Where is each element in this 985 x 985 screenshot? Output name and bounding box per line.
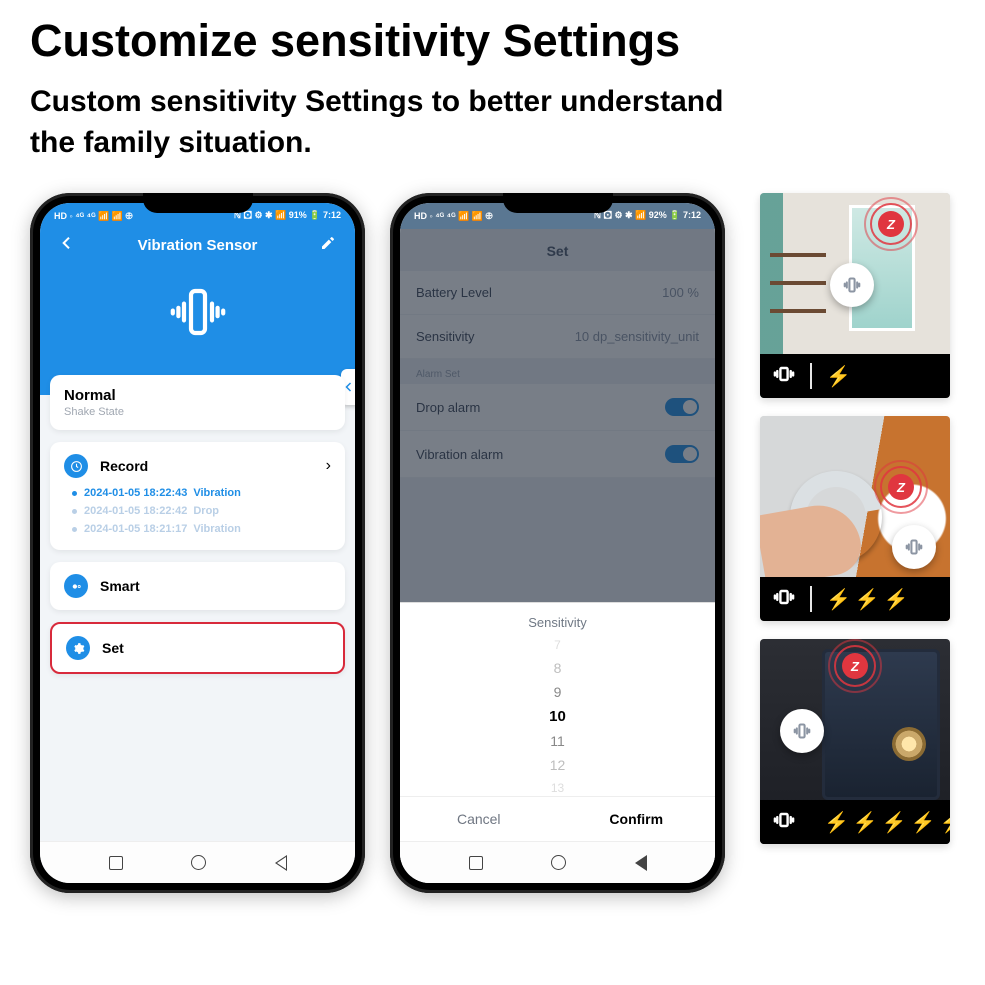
record-date: 2024-01-05 18:22:42 [84,505,187,517]
home-button[interactable] [191,855,206,870]
record-card[interactable]: Record › 2024-01-05 18:22:43 Vibration 2… [50,442,345,550]
phone-settings-screen: HD ◦ ⁴ᴳ ⁴ᴳ 📶 📶 🕀 ℕ 🖸 ⚙ ✱ 📶 92% 🔋 7:12 Se… [390,193,725,893]
sensor-icon [892,525,936,569]
sheet-title: Sensitivity [400,603,715,636]
picker-option[interactable]: 12 [550,753,566,777]
gear-icon [66,636,90,660]
back-softkey[interactable] [635,855,647,871]
sensor-icon [780,709,824,753]
picker-option-selected[interactable]: 10 [549,704,566,729]
record-event: Vibration [193,523,240,535]
confirm-button[interactable]: Confirm [558,797,716,841]
sensitivity-picker[interactable]: 7 8 9 10 11 12 13 [400,636,715,796]
picker-option[interactable]: 11 [550,729,565,753]
subtitle-line1: Custom sensitivity Settings to better un… [30,85,723,118]
cancel-button[interactable]: Cancel [400,797,558,841]
edit-button[interactable] [317,235,339,255]
record-date: 2024-01-05 18:22:43 [84,487,187,499]
clock-icon [64,454,88,478]
tile-door: Z ⚡⚡⚡ [760,416,950,621]
tile-curtain: Z ⚡ [760,193,950,398]
sensor-icon [830,263,874,307]
back-button[interactable] [56,235,78,255]
record-date: 2024-01-05 18:21:17 [84,523,187,535]
status-right: ℕ 🖸 ⚙ ✱ 📶 91% 🔋 7:12 [234,208,341,224]
status-left: HD ◦ ⁴ᴳ ⁴ᴳ 📶 📶 🕀 [54,211,133,222]
tile-safe: Z ⚡⚡⚡⚡⚡ [760,639,950,844]
bolt-level: ⚡ [826,364,853,389]
android-nav-bar [40,841,355,883]
record-event: Vibration [193,487,240,499]
record-label: Record [100,458,326,474]
record-item[interactable]: 2024-01-05 18:22:42 Drop [64,502,331,520]
record-event: Drop [193,505,219,517]
vibrate-icon [772,808,796,837]
set-card[interactable]: Set [50,622,345,674]
record-item[interactable]: 2024-01-05 18:21:17 Vibration [64,520,331,538]
vibrate-icon [772,362,796,391]
back-softkey[interactable] [275,855,287,871]
state-value: Normal [64,387,331,404]
picker-option[interactable]: 9 [554,680,562,704]
bolt-level: ⚡⚡⚡⚡⚡ [824,810,950,835]
set-label: Set [102,640,329,656]
smart-label: Smart [100,578,331,594]
sensitivity-sheet: Sensitivity 7 8 9 10 11 12 13 Cancel Con… [400,602,715,883]
recents-button[interactable] [469,856,483,870]
vibrate-icon [772,585,796,614]
chevron-right-icon: › [326,457,331,475]
picker-option[interactable]: 7 [554,636,561,656]
picker-option[interactable]: 13 [551,777,564,797]
bolt-level: ⚡⚡⚡ [826,587,911,612]
page-title: Customize sensitivity Settings [0,0,985,72]
phone-main-screen: HD ◦ ⁴ᴳ ⁴ᴳ 📶 📶 🕀 ℕ 🖸 ⚙ ✱ 📶 91% 🔋 7:12 Vi… [30,193,365,893]
recents-button[interactable] [109,856,123,870]
smart-card[interactable]: Smart [50,562,345,610]
home-button[interactable] [551,855,566,870]
state-card: Normal Shake State [50,375,345,430]
picker-option[interactable]: 8 [554,656,562,680]
subtitle-line2: the family situation. [30,126,312,159]
status-right: ℕ 🖸 ⚙ ✱ 📶 92% 🔋 7:12 [594,208,701,224]
page-subtitle: Custom sensitivity Settings to better un… [0,72,985,163]
record-item[interactable]: 2024-01-05 18:22:43 Vibration [64,484,331,502]
state-label: Shake State [64,406,331,418]
smart-icon [64,574,88,598]
screen-title: Vibration Sensor [138,237,258,254]
status-left: HD ◦ ⁴ᴳ ⁴ᴳ 📶 📶 🕀 [414,211,493,222]
example-tiles: Z ⚡ Z [760,193,950,844]
